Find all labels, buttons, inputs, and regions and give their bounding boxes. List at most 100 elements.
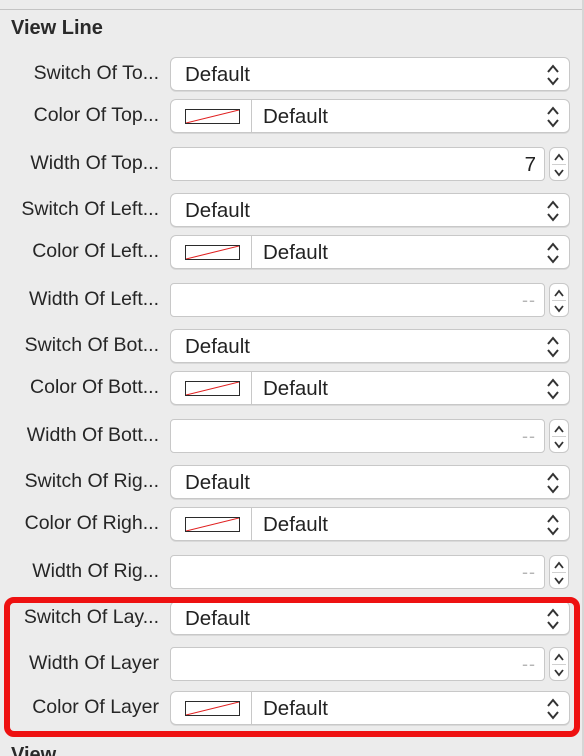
color-of-left-popup[interactable]: Default [170,235,570,269]
switch-of-left-popup[interactable]: Default [170,193,570,227]
row-label: Width Of Top... [30,152,159,174]
up-down-chevron-icon [547,698,559,720]
width-of-left-stepper[interactable] [549,283,569,317]
width-of-top-field[interactable]: 7 [170,147,545,181]
row-color-of-right: Color Of Righ... Default [0,507,584,541]
row-switch-of-right: Switch Of Rig... Default [0,465,584,499]
chevron-up-icon[interactable] [554,153,564,161]
color-of-layer-popup[interactable]: Default [170,691,570,725]
popup-value: Default [185,471,250,494]
popup-value: Default [263,513,328,536]
stepper-divider [552,436,566,437]
field-placeholder: -- [522,290,536,310]
row-label: Width Of Layer [28,652,159,674]
up-down-chevron-icon [547,242,559,264]
width-of-right-field[interactable]: -- [170,555,545,589]
row-color-of-left: Color Of Left... Default [0,235,584,269]
row-label: Switch Of Rig... [24,470,159,492]
popup-value: Default [263,241,328,264]
section-title: View Line [11,17,103,39]
up-down-chevron-icon [547,200,559,222]
color-swatch-button[interactable] [171,236,252,268]
stepper-divider [552,664,566,665]
chevron-down-icon[interactable] [554,305,564,313]
row-label: Switch Of Left... [21,198,159,220]
row-label: Switch Of Lay... [23,606,159,628]
up-down-chevron-icon [547,64,559,86]
color-swatch-button[interactable] [171,372,252,404]
chevron-up-icon[interactable] [554,289,564,297]
color-of-top-popup[interactable]: Default [170,99,570,133]
popup-value: Default [263,697,328,720]
top-divider [0,9,584,10]
no-color-swatch-icon [185,109,240,124]
row-label: Width Of Bott... [26,424,159,446]
next-section-title: View [11,744,57,756]
no-color-swatch-icon [185,381,240,396]
row-switch-of-layer: Switch Of Lay... Default [0,601,584,635]
popup-value: Default [185,63,250,86]
row-color-of-layer: Color Of Layer Default [0,691,584,725]
row-width-of-right: Width Of Rig... -- [0,555,584,589]
color-of-right-popup[interactable]: Default [170,507,570,541]
width-of-layer-field[interactable]: -- [170,647,545,681]
color-swatch-button[interactable] [171,692,252,724]
width-of-right-stepper[interactable] [549,555,569,589]
switch-of-layer-popup[interactable]: Default [170,601,570,635]
row-width-of-top: Width Of Top... 7 [0,147,584,181]
chevron-down-icon[interactable] [554,169,564,177]
row-switch-of-bottom: Switch Of Bot... Default [0,329,584,363]
stepper-divider [552,572,566,573]
row-label: Color Of Top... [33,104,159,126]
switch-of-right-popup[interactable]: Default [170,465,570,499]
chevron-up-icon[interactable] [554,425,564,433]
chevron-down-icon[interactable] [554,441,564,449]
switch-of-bottom-popup[interactable]: Default [170,329,570,363]
popup-value: Default [263,377,328,400]
popup-value: Default [185,199,250,222]
row-label: Width Of Left... [28,288,159,310]
row-switch-of-top: Switch Of To... Default [0,57,584,91]
chevron-up-icon[interactable] [554,653,564,661]
popup-value: Default [185,335,250,358]
row-label: Color Of Bott... [30,376,159,398]
chevron-up-icon[interactable] [554,561,564,569]
row-width-of-bottom: Width Of Bott... -- [0,419,584,453]
color-swatch-button[interactable] [171,100,252,132]
stepper-divider [552,164,566,165]
up-down-chevron-icon [547,514,559,536]
field-placeholder: -- [522,426,536,446]
row-label: Color Of Layer [32,696,159,718]
width-of-top-stepper[interactable] [549,147,569,181]
row-label: Width Of Rig... [32,560,159,582]
up-down-chevron-icon [547,608,559,630]
chevron-down-icon[interactable] [554,669,564,677]
up-down-chevron-icon [547,336,559,358]
no-color-swatch-icon [185,245,240,260]
color-swatch-button[interactable] [171,508,252,540]
row-color-of-top: Color Of Top... Default [0,99,584,133]
width-of-bottom-stepper[interactable] [549,419,569,453]
color-of-bottom-popup[interactable]: Default [170,371,570,405]
width-of-bottom-field[interactable]: -- [170,419,545,453]
field-placeholder: -- [522,654,536,674]
row-label: Color Of Left... [32,240,159,262]
row-label: Switch Of Bot... [24,334,159,356]
width-of-layer-stepper[interactable] [549,647,569,681]
row-width-of-layer: Width Of Layer -- [0,647,584,681]
switch-of-top-popup[interactable]: Default [170,57,570,91]
popup-value: Default [185,607,250,630]
row-label: Color Of Righ... [24,512,159,534]
row-label: Switch Of To... [33,62,159,84]
width-of-left-field[interactable]: -- [170,283,545,317]
up-down-chevron-icon [547,106,559,128]
stepper-divider [552,300,566,301]
field-placeholder: -- [522,562,536,582]
up-down-chevron-icon [547,378,559,400]
row-color-of-bottom: Color Of Bott... Default [0,371,584,405]
no-color-swatch-icon [185,701,240,716]
field-value: 7 [524,153,536,176]
popup-value: Default [263,105,328,128]
no-color-swatch-icon [185,517,240,532]
chevron-down-icon[interactable] [554,577,564,585]
